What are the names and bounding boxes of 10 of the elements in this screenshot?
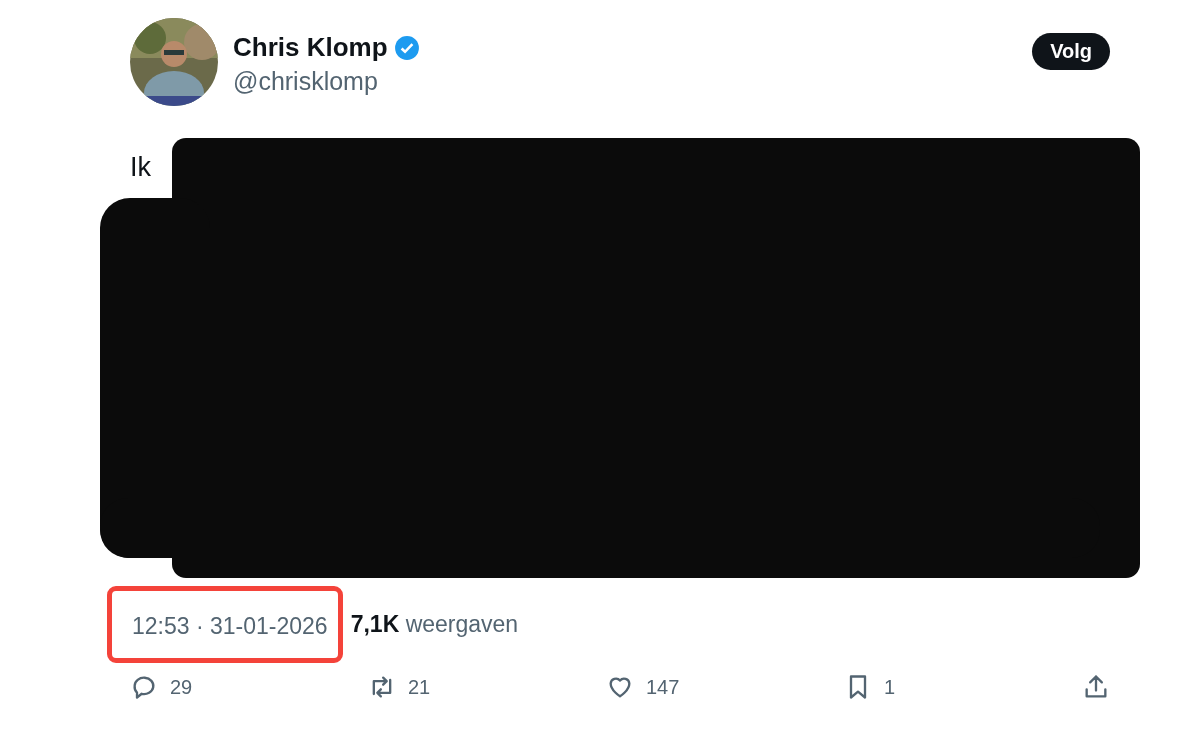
reply-action[interactable]: 29 bbox=[130, 673, 368, 701]
bookmark-action[interactable]: 1 bbox=[844, 673, 1082, 701]
follow-button[interactable]: Volg bbox=[1032, 33, 1110, 70]
tweet-text: Ik bbox=[130, 152, 151, 183]
author-name[interactable]: Chris Klomp bbox=[233, 32, 388, 63]
author-handle[interactable]: @chrisklomp bbox=[233, 67, 1018, 96]
retweet-action[interactable]: 21 bbox=[368, 673, 606, 701]
view-count: 7,1K weergaven bbox=[350, 611, 519, 638]
like-action[interactable]: 147 bbox=[606, 673, 844, 701]
tweet-timestamp[interactable]: 12:53 · 31-01-2026 bbox=[107, 586, 343, 663]
